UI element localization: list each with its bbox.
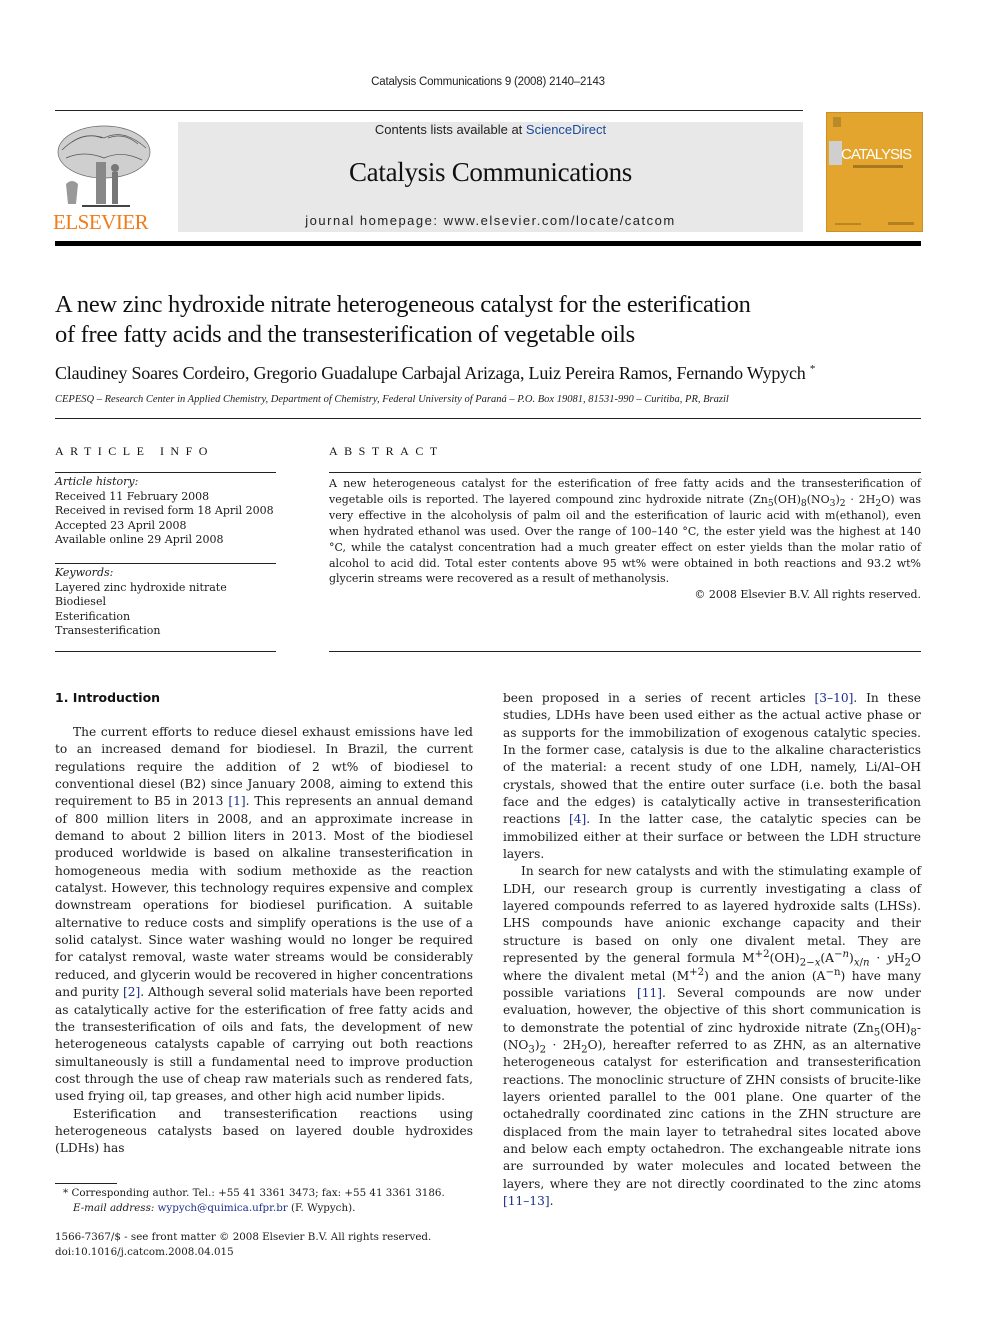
footnote-mark: * xyxy=(63,1187,69,1199)
header-thick-rule xyxy=(55,241,921,246)
cover-footer-left xyxy=(835,223,861,225)
contents-prefix: Contents lists available at xyxy=(374,122,526,137)
title-line-1: A new zinc hydroxide nitrate heterogeneo… xyxy=(55,291,751,318)
citation-link[interactable]: [2] xyxy=(123,985,140,999)
text-run: ) and the anion ( xyxy=(704,968,817,983)
keyword: Layered zinc hydroxide nitrate xyxy=(55,580,227,594)
citation-link[interactable]: [11–13] xyxy=(503,1194,550,1208)
top-rule xyxy=(55,110,803,111)
text-run: . xyxy=(549,1193,554,1208)
email-suffix: (F. Wypych). xyxy=(287,1201,356,1214)
cover-footer-right xyxy=(888,222,914,225)
corresponding-author-mark[interactable]: * xyxy=(810,363,816,375)
article-info-rule-1 xyxy=(55,472,276,473)
history-online: Available online 29 April 2008 xyxy=(55,533,224,547)
section-heading-introduction: 1. Introduction xyxy=(55,690,161,705)
abstract-heading: ABSTRACT xyxy=(329,444,444,458)
body-column-left: The current efforts to reduce diesel exh… xyxy=(55,724,473,1158)
paragraph-continued: been proposed in a series of recent arti… xyxy=(503,690,921,863)
paragraph: In search for new catalysts and with the… xyxy=(503,863,921,1210)
journal-cover-thumbnail: CATALYSIS xyxy=(826,112,923,232)
running-head: Catalysis Communications 9 (2008) 2140–2… xyxy=(371,76,605,88)
contents-line: Contents lists available at ScienceDirec… xyxy=(178,122,803,137)
article-history: Article history: Received 11 February 20… xyxy=(55,475,285,548)
history-label: Article history: xyxy=(55,475,139,488)
tree-icon xyxy=(57,125,151,207)
email-label: E-mail address: xyxy=(73,1201,155,1214)
cover-title: CATALYSIS xyxy=(841,146,912,163)
citation-link[interactable]: [4] xyxy=(569,812,586,826)
affiliation: CEPESQ – Research Center in Applied Chem… xyxy=(55,394,729,405)
abstract-copyright: © 2008 Elsevier B.V. All rights reserved… xyxy=(694,588,921,601)
abstract-text: A new heterogeneous catalyst for the est… xyxy=(329,477,921,586)
journal-homepage[interactable]: journal homepage: www.elsevier.com/locat… xyxy=(178,213,803,228)
formula-metal: M+2 xyxy=(676,966,705,983)
sciencedirect-link[interactable]: ScienceDirect xyxy=(526,122,606,137)
email-link[interactable]: wypych@quimica.ufpr.br xyxy=(158,1202,288,1214)
footnote: * Corresponding author. Tel.: +55 41 336… xyxy=(55,1186,485,1215)
publisher-logo-text: ELSEVIER xyxy=(53,210,149,234)
formula-lhs-general: M+2(OH)2−x(A−n)x/n · yH2O xyxy=(742,949,921,969)
text-run: been proposed in a series of recent arti… xyxy=(503,691,815,705)
body-column-right: been proposed in a series of recent arti… xyxy=(503,690,921,1210)
affiliation-rule xyxy=(55,418,921,419)
paragraph: The current efforts to reduce diesel exh… xyxy=(55,725,473,1104)
keywords: Keywords: Layered zinc hydroxide nitrate… xyxy=(55,566,285,639)
paragraph: Esterification and transesterification r… xyxy=(55,1106,473,1156)
citation-link[interactable]: [11] xyxy=(637,986,662,1000)
citation-link[interactable]: [1] xyxy=(228,794,245,808)
article-info-heading: ARTICLE INFO xyxy=(55,444,214,458)
formula-zhn: Zn5(OH)8(NO3)2 · 2H2O xyxy=(753,492,891,510)
citation-link[interactable]: [3–10] xyxy=(815,691,854,705)
article-title: A new zinc hydroxide nitrate heterogeneo… xyxy=(55,290,935,350)
text-run: where the divalent metal ( xyxy=(503,968,677,983)
history-accepted: Accepted 23 April 2008 xyxy=(55,518,187,532)
cover-subtitle xyxy=(853,165,903,168)
text-run: . In these studies, LDHs have been used … xyxy=(503,691,921,827)
issn-line: 1566-7367/$ - see front matter © 2008 El… xyxy=(55,1231,432,1243)
author-list: Claudiney Soares Cordeiro, Gregorio Guad… xyxy=(55,363,806,383)
doi-link[interactable]: doi:10.1016/j.catcom.2008.04.015 xyxy=(55,1245,485,1260)
text-run: ), hereafter referred to as ZHN, as an a… xyxy=(503,1037,921,1191)
issn-doi: 1566-7367/$ - see front matter © 2008 El… xyxy=(55,1230,485,1259)
footnote-rule xyxy=(55,1183,117,1184)
history-received: Received 11 February 2008 xyxy=(55,489,210,503)
article-info-rule-2 xyxy=(55,563,276,564)
cover-emblem xyxy=(833,117,841,127)
keyword: Transesterification xyxy=(55,624,161,638)
journal-title: Catalysis Communications xyxy=(348,157,633,187)
abstract-rule-top xyxy=(329,472,921,473)
keywords-label: Keywords: xyxy=(55,566,114,579)
authors: Claudiney Soares Cordeiro, Gregorio Guad… xyxy=(55,363,935,384)
keyword: Biodiesel xyxy=(55,595,106,609)
keyword: Esterification xyxy=(55,609,131,623)
footnote-contact: Corresponding author. Tel.: +55 41 3361 … xyxy=(71,1187,445,1199)
formula-anion: A−n xyxy=(816,966,841,983)
history-revised: Received in revised form 18 April 2008 xyxy=(55,504,274,518)
article-info-rule-3 xyxy=(55,651,276,652)
title-line-2: of free fatty acids and the transesterif… xyxy=(55,321,635,348)
abstract-rule-bottom xyxy=(329,651,921,652)
